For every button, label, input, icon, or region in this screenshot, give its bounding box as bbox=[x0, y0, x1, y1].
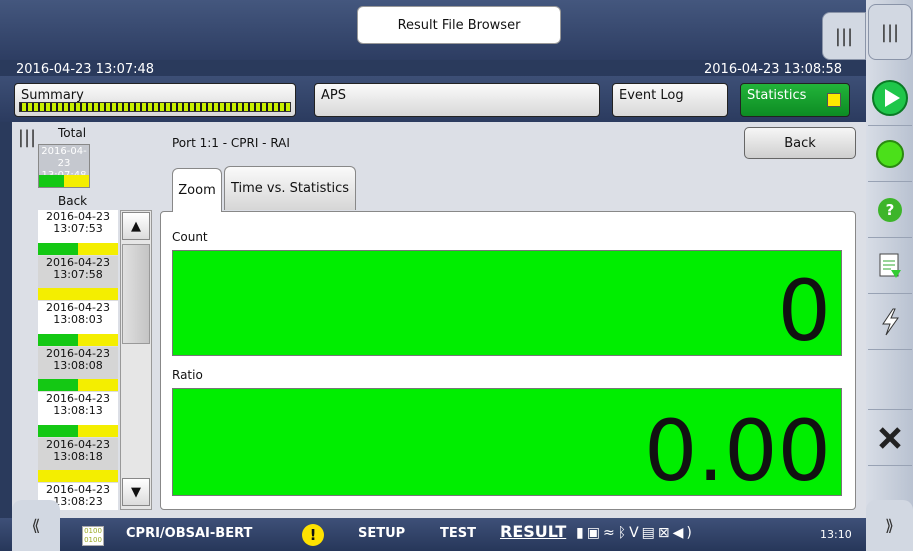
help-button[interactable]: ? bbox=[868, 182, 912, 238]
list-item[interactable]: 2016-04-23 13:08:03 bbox=[38, 301, 118, 347]
right-drawer-icon[interactable]: ⟫ bbox=[866, 500, 913, 551]
window-title: Result File Browser bbox=[357, 6, 561, 44]
back-button[interactable]: Back bbox=[744, 127, 856, 159]
tab-time-vs-statistics[interactable]: Time vs. Statistics bbox=[224, 166, 356, 210]
lightning-icon bbox=[882, 308, 899, 335]
test-tab[interactable]: TEST bbox=[440, 526, 476, 541]
setup-tab[interactable]: SETUP bbox=[358, 526, 405, 541]
statistics-tab[interactable]: Statistics bbox=[740, 83, 850, 117]
item-time: 13:08:03 bbox=[53, 313, 103, 326]
power-icon: ▮ bbox=[576, 525, 587, 541]
list-item[interactable]: 2016-04-23 13:08:13 bbox=[38, 392, 118, 438]
item-time: 13:08:13 bbox=[53, 404, 103, 417]
wifi-icon: ≈ bbox=[602, 525, 618, 541]
item-date: 2016-04-23 bbox=[46, 346, 110, 360]
terminal-icon: ▤ bbox=[641, 525, 658, 541]
event-log-tab[interactable]: Event Log bbox=[612, 83, 728, 117]
count-label: Count bbox=[172, 230, 208, 244]
ratio-display: 0.00 bbox=[172, 388, 842, 500]
item-status-bar bbox=[38, 242, 118, 255]
summary-progress-bar bbox=[19, 102, 291, 112]
error-inject-button[interactable] bbox=[868, 294, 912, 350]
clock: 13:10 bbox=[820, 528, 852, 541]
item-date: 2016-04-23 bbox=[46, 437, 110, 451]
item-status-bar bbox=[38, 333, 118, 346]
list-item[interactable]: 2016-04-23 13:08:18 bbox=[38, 437, 118, 483]
record-circle-icon bbox=[876, 139, 904, 168]
app-name[interactable]: CPRI/OBSAI-BERT bbox=[126, 526, 252, 541]
svg-text:?: ? bbox=[886, 201, 895, 219]
menu-handle-icon[interactable]: ||| bbox=[822, 12, 866, 60]
scroll-thumb[interactable] bbox=[122, 244, 150, 344]
total-card[interactable]: 2016-04-23 13:07:48 bbox=[38, 144, 90, 188]
bluetooth-icon: ᛒ bbox=[617, 525, 630, 541]
left-drawer-icon[interactable]: ⟪ bbox=[12, 500, 60, 551]
scroll-down-icon[interactable]: ▼ bbox=[122, 478, 150, 506]
statistics-indicator bbox=[827, 93, 841, 107]
network-icon: ⊠ bbox=[657, 525, 673, 541]
item-status-bar bbox=[38, 424, 118, 437]
report-button[interactable] bbox=[868, 238, 912, 294]
summary-tab[interactable]: Summary bbox=[14, 83, 296, 117]
statistics-label: Statistics bbox=[747, 88, 807, 103]
total-card-status-bar bbox=[39, 175, 89, 187]
history-list[interactable]: 2016-04-23 13:07:53 2016-04-23 13:07:58 … bbox=[38, 210, 118, 510]
v-icon: V bbox=[629, 525, 642, 541]
start-test-button[interactable] bbox=[868, 70, 912, 126]
ratio-value: 0.00 bbox=[643, 402, 831, 500]
total-card-date: 2016-04-23 bbox=[41, 146, 87, 169]
item-status-bar bbox=[38, 288, 118, 300]
status-icons: ▮▣≈ᛒV▤⊠◀) bbox=[576, 525, 695, 541]
item-time: 13:08:18 bbox=[53, 449, 103, 463]
item-status-bar bbox=[38, 470, 118, 482]
total-label: Total bbox=[58, 126, 87, 140]
scroll-up-icon[interactable]: ▲ bbox=[122, 212, 150, 240]
list-item[interactable]: 2016-04-23 13:08:08 bbox=[38, 346, 118, 392]
count-value: 0 bbox=[777, 262, 831, 360]
close-button[interactable] bbox=[868, 410, 912, 466]
start-timestamp: 2016-04-23 13:07:48 bbox=[16, 62, 155, 77]
item-time: 13:07:53 bbox=[53, 222, 103, 235]
count-display: 0 bbox=[172, 250, 842, 360]
record-button[interactable] bbox=[868, 126, 912, 182]
end-timestamp: 2016-04-23 13:08:58 bbox=[704, 62, 843, 77]
aps-tab[interactable]: APS bbox=[314, 83, 600, 117]
report-icon bbox=[879, 253, 901, 278]
help-icon: ? bbox=[878, 197, 902, 222]
list-item[interactable]: 2016-04-23 13:07:53 bbox=[38, 210, 118, 256]
volume-icon: ◀) bbox=[672, 525, 695, 541]
close-icon bbox=[879, 426, 901, 449]
back-label: Back bbox=[58, 194, 88, 208]
item-date: 2016-04-23 bbox=[46, 255, 110, 269]
app-icon[interactable]: 0100 0100 bbox=[82, 526, 104, 546]
warning-icon[interactable]: ! bbox=[302, 524, 324, 546]
item-status-bar bbox=[38, 379, 118, 391]
list-item[interactable]: 2016-04-23 13:07:58 bbox=[38, 255, 118, 301]
ratio-label: Ratio bbox=[172, 368, 203, 382]
tab-zoom[interactable]: Zoom bbox=[172, 168, 222, 212]
summary-label: Summary bbox=[21, 88, 84, 103]
item-time: 13:07:58 bbox=[53, 267, 103, 281]
port-label: Port 1:1 - CPRI - RAI bbox=[172, 136, 290, 150]
screenshot-icon: ▣ bbox=[586, 525, 603, 541]
spacer bbox=[868, 350, 912, 410]
right-menu-handle-icon[interactable]: ||| bbox=[868, 4, 912, 60]
item-time: 13:08:08 bbox=[53, 358, 103, 372]
result-tab[interactable]: RESULT bbox=[500, 522, 566, 541]
play-icon bbox=[872, 79, 908, 116]
